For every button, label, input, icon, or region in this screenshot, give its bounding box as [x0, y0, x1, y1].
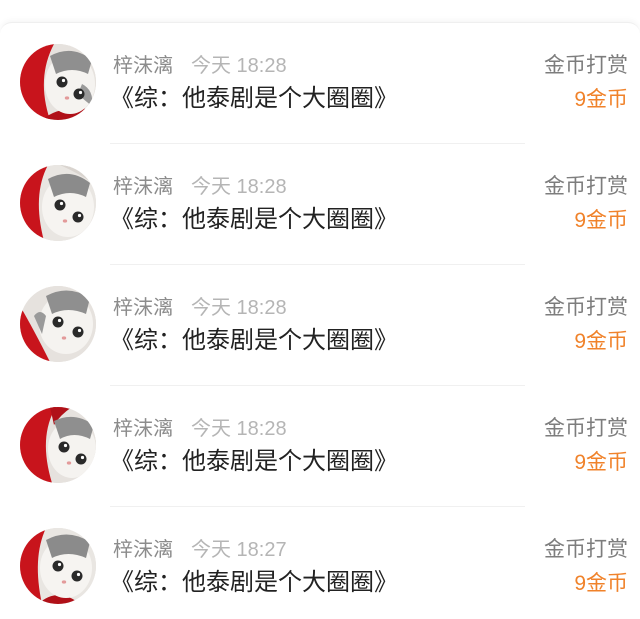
reward-amount: 9金币 — [574, 572, 628, 595]
record-meta: 梓沫漓 今天 18:28 — [113, 294, 287, 322]
timestamp: 今天 18:27 — [191, 539, 287, 561]
user-name[interactable]: 梓沫漓 — [113, 536, 173, 564]
previous-card-edge — [0, 0, 640, 22]
avatar[interactable] — [20, 286, 96, 362]
user-name[interactable]: 梓沫漓 — [113, 294, 173, 322]
list-item[interactable]: 梓沫漓 今天 18:27 《综：他泰剧是个大圈圈》 金币打赏 9金币 — [0, 507, 640, 619]
list-item[interactable]: 梓沫漓 今天 18:28 《综：他泰剧是个大圈圈》 金币打赏 9金币 — [0, 23, 640, 144]
book-title[interactable]: 《综：他泰剧是个大圈圈》 — [110, 326, 398, 356]
list-item[interactable]: 梓沫漓 今天 18:28 《综：他泰剧是个大圈圈》 金币打赏 9金币 — [0, 265, 640, 386]
reward-amount: 9金币 — [574, 209, 628, 232]
list-item[interactable]: 梓沫漓 今天 18:28 《综：他泰剧是个大圈圈》 金币打赏 9金币 — [0, 144, 640, 265]
reward-type: 金币打赏 — [544, 54, 628, 77]
reward-amount: 9金币 — [574, 88, 628, 111]
reward-type: 金币打赏 — [544, 296, 628, 319]
record-meta: 梓沫漓 今天 18:28 — [113, 173, 287, 201]
book-title[interactable]: 《综：他泰剧是个大圈圈》 — [110, 205, 398, 235]
reward-type: 金币打赏 — [544, 175, 628, 198]
book-title[interactable]: 《综：他泰剧是个大圈圈》 — [110, 84, 398, 114]
avatar[interactable] — [20, 44, 96, 120]
book-title[interactable]: 《综：他泰剧是个大圈圈》 — [110, 447, 398, 477]
reward-amount: 9金币 — [574, 330, 628, 353]
avatar[interactable] — [20, 528, 96, 604]
cat-avatar-icon — [20, 407, 96, 483]
cat-avatar-icon — [20, 286, 96, 362]
reward-record-list: 梓沫漓 今天 18:28 《综：他泰剧是个大圈圈》 金币打赏 9金币 梓沫漓 今… — [0, 22, 640, 619]
list-item[interactable]: 梓沫漓 今天 18:28 《综：他泰剧是个大圈圈》 金币打赏 9金币 — [0, 386, 640, 507]
user-name[interactable]: 梓沫漓 — [113, 173, 173, 201]
cat-avatar-icon — [20, 528, 96, 604]
timestamp: 今天 18:28 — [191, 176, 287, 198]
record-meta: 梓沫漓 今天 18:28 — [113, 415, 287, 443]
timestamp: 今天 18:28 — [191, 55, 287, 77]
user-name[interactable]: 梓沫漓 — [113, 415, 173, 443]
book-title[interactable]: 《综：他泰剧是个大圈圈》 — [110, 568, 398, 598]
record-meta: 梓沫漓 今天 18:28 — [113, 52, 287, 80]
cat-avatar-icon — [20, 165, 96, 241]
user-name[interactable]: 梓沫漓 — [113, 52, 173, 80]
timestamp: 今天 18:28 — [191, 418, 287, 440]
reward-type: 金币打赏 — [544, 538, 628, 561]
cat-avatar-icon — [20, 44, 96, 120]
record-meta: 梓沫漓 今天 18:27 — [113, 536, 287, 564]
avatar[interactable] — [20, 407, 96, 483]
reward-amount: 9金币 — [574, 451, 628, 474]
timestamp: 今天 18:28 — [191, 297, 287, 319]
avatar[interactable] — [20, 165, 96, 241]
reward-type: 金币打赏 — [544, 417, 628, 440]
